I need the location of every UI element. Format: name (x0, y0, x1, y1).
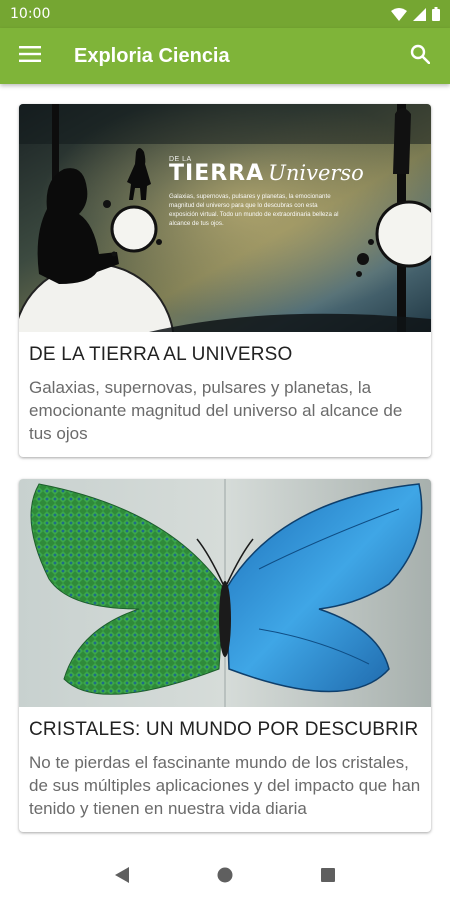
image-heading-script: Universo (268, 161, 364, 185)
card-image-butterfly (19, 479, 431, 707)
recents-square-icon (321, 867, 336, 887)
card-body: CRISTALES: UN MUNDO POR DESCUBRIR No te … (19, 707, 431, 832)
image-caption: Galaxias, supernovas, pulsares y planeta… (169, 193, 339, 227)
search-icon (410, 44, 431, 69)
back-button[interactable] (102, 857, 142, 897)
wifi-icon (391, 7, 407, 21)
signal-icon (413, 7, 426, 21)
app-title: Exploria Ciencia (74, 44, 230, 67)
status-time: 10:00 (10, 6, 51, 22)
recents-button[interactable] (308, 857, 348, 897)
search-button[interactable] (406, 42, 434, 70)
back-triangle-icon (114, 866, 129, 888)
status-bar: 10:00 (0, 0, 450, 28)
card-cristales[interactable]: CRISTALES: UN MUNDO POR DESCUBRIR No te … (19, 479, 431, 832)
card-description: Galaxias, supernovas, pulsares y planeta… (29, 378, 403, 443)
content-list: DE LA TIERRA Universo Galaxias, supernov… (0, 84, 450, 854)
card-image-universe: DE LA TIERRA Universo Galaxias, supernov… (19, 104, 431, 332)
status-icons (391, 7, 440, 21)
hamburger-menu-icon (19, 45, 41, 67)
card-description: No te pierdas el fascinante mundo de los… (29, 753, 421, 818)
battery-icon (432, 7, 440, 21)
menu-button[interactable] (16, 42, 44, 70)
card-title: CRISTALES: UN MUNDO POR DESCUBRIR (29, 719, 419, 740)
card-body: DE LA TIERRA AL UNIVERSO Galaxias, super… (19, 332, 431, 457)
home-button[interactable] (205, 857, 245, 897)
image-text-block: DE LA TIERRA Universo Galaxias, supernov… (169, 156, 379, 228)
app-bar: Exploria Ciencia (0, 28, 450, 84)
card-title: DE LA TIERRA AL UNIVERSO (29, 344, 293, 365)
image-heading: TIERRA (169, 161, 265, 186)
image-small-heading: DE LA (169, 156, 192, 163)
home-circle-icon (217, 867, 233, 888)
navigation-bar (0, 854, 450, 900)
card-tierra-universo[interactable]: DE LA TIERRA Universo Galaxias, supernov… (19, 104, 431, 457)
